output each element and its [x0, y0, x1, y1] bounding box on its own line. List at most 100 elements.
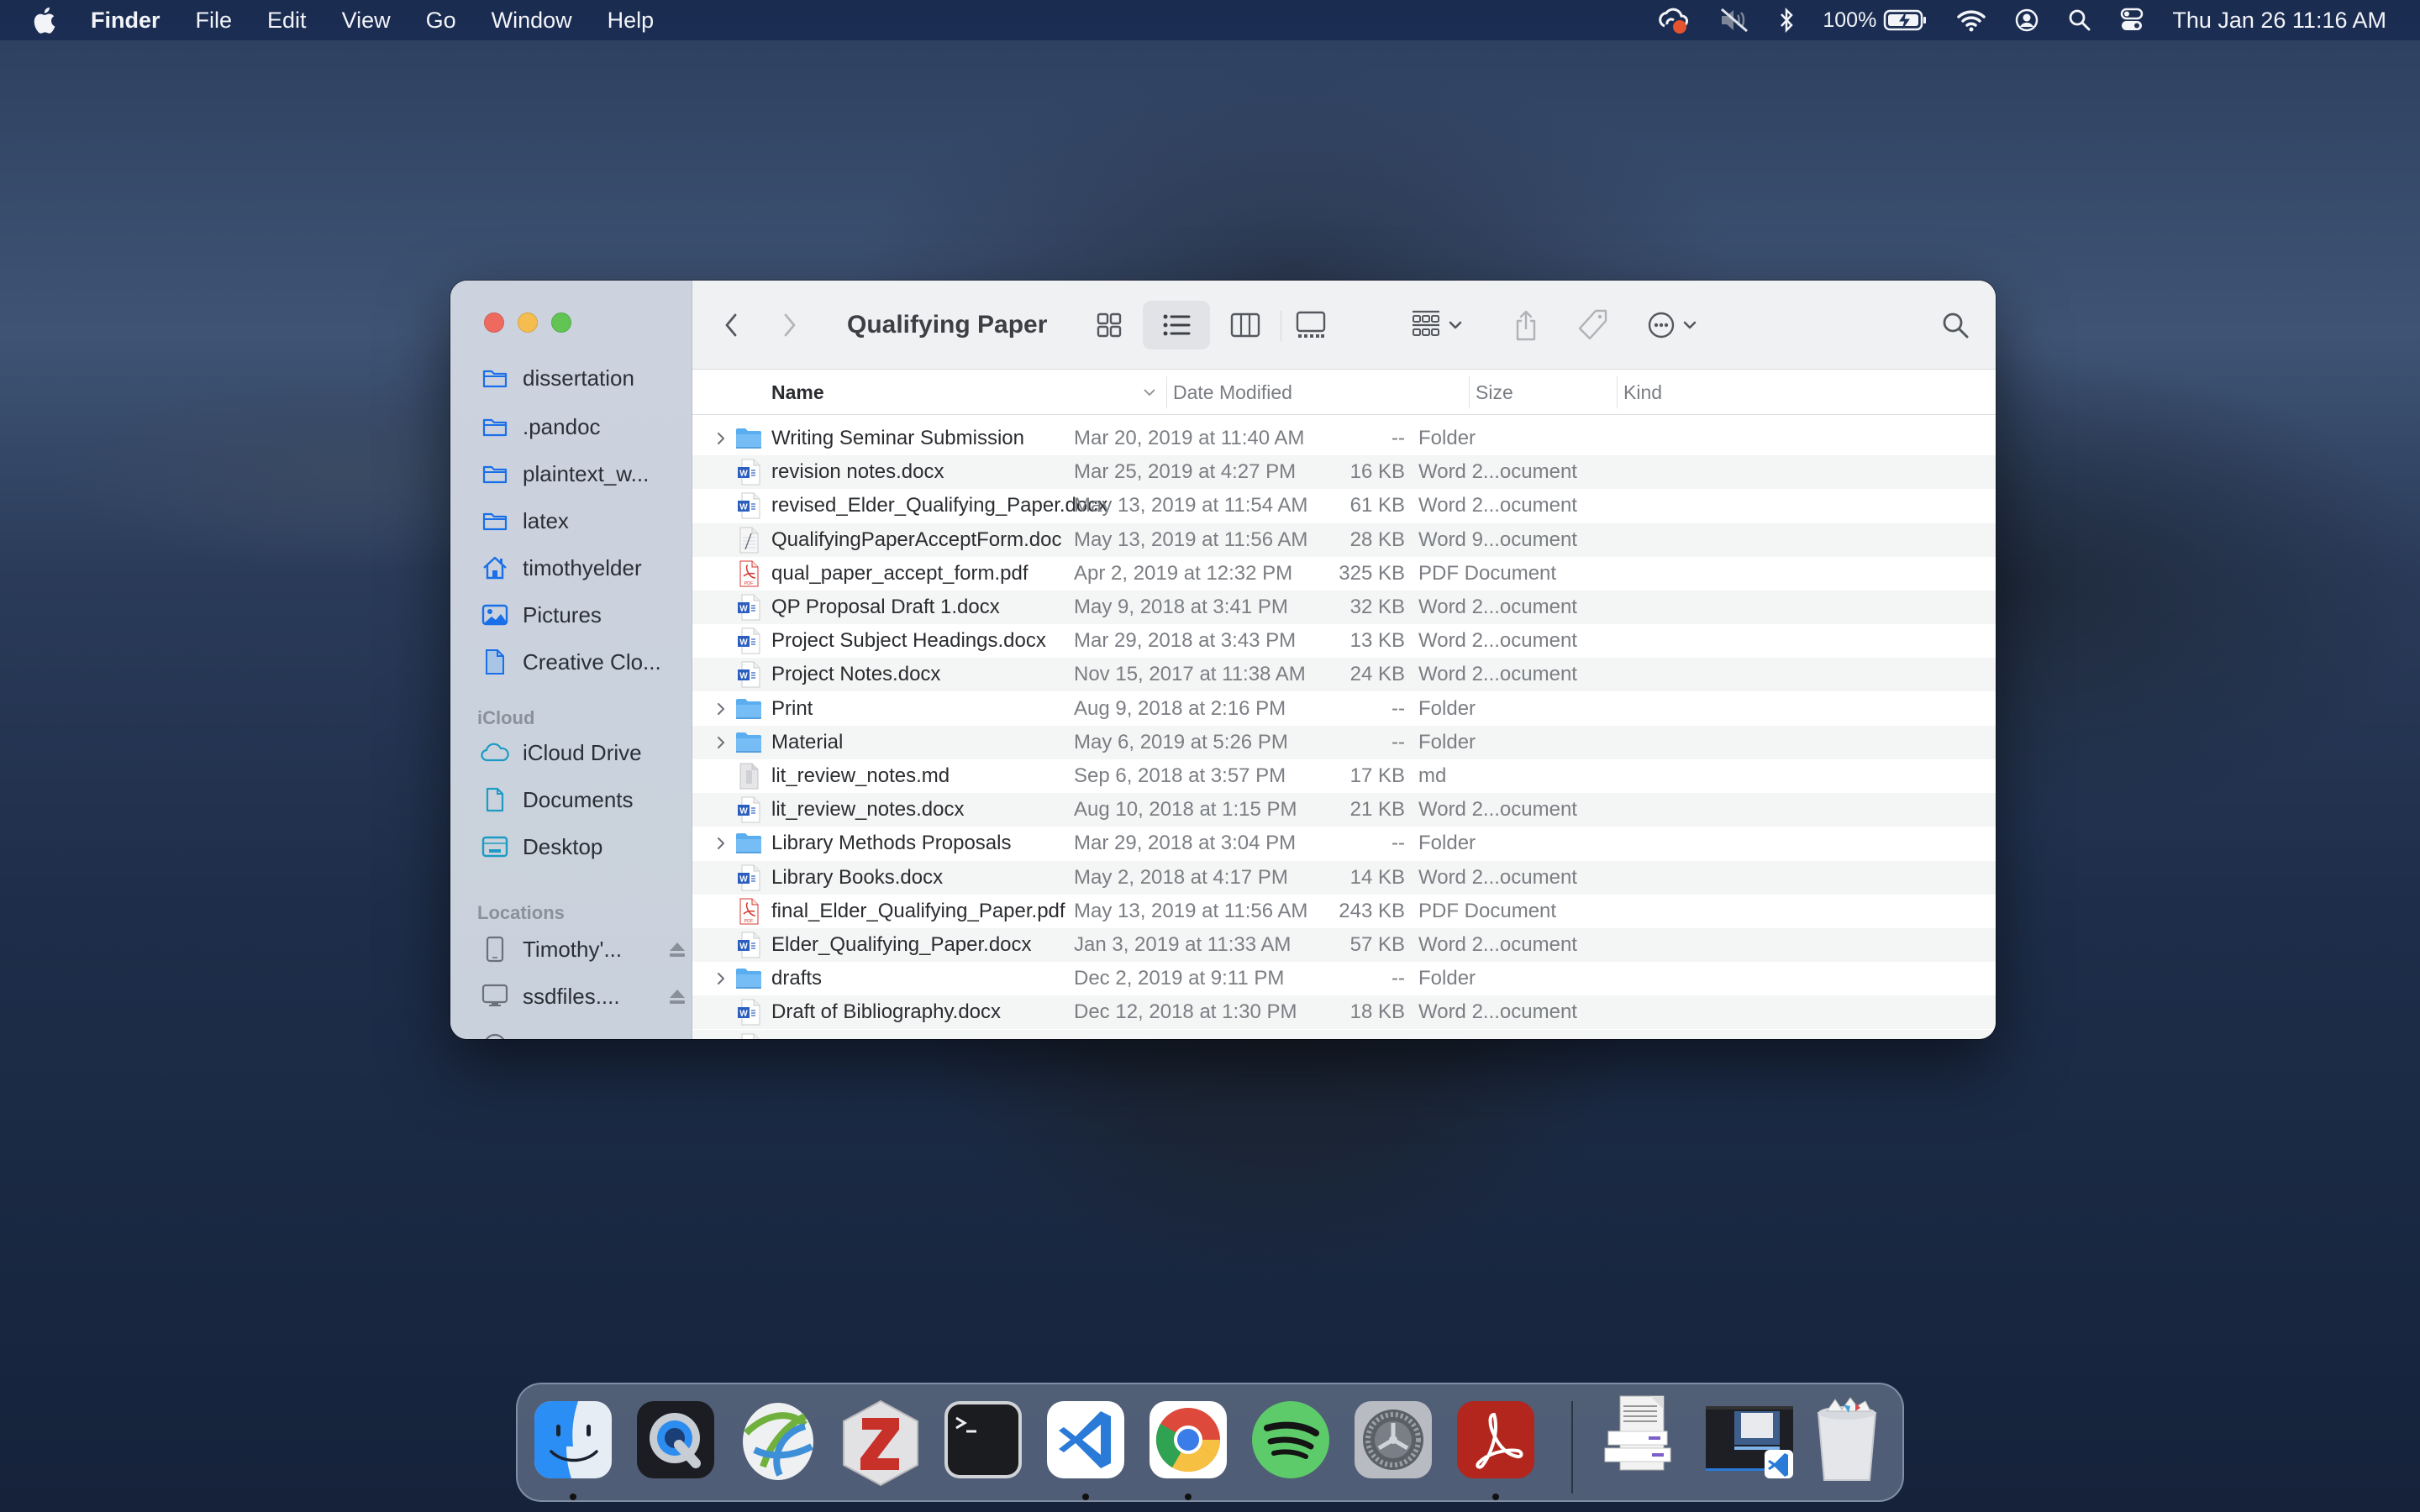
file-row[interactable]: W Elder_Qualifying_Paper.docx Jan 3, 2019 …	[692, 928, 1996, 962]
file-row[interactable]: Wrevised_Elder_Qualifying_Paper.docx May …	[692, 489, 1996, 522]
eject-icon[interactable]	[667, 939, 687, 959]
sidebar-item-desktop[interactable]: Desktop	[481, 830, 602, 864]
bluetooth-icon[interactable]	[1779, 8, 1794, 33]
volume-muted-icon[interactable]	[1718, 8, 1750, 33]
dock-app-terminal[interactable]	[943, 1399, 1023, 1480]
column-header-size[interactable]: Size	[1476, 370, 1513, 415]
menu-finder[interactable]: Finder	[91, 8, 160, 34]
disclosure-triangle-icon[interactable]	[713, 422, 729, 455]
user-account-icon[interactable]	[2014, 8, 2039, 33]
dock-app-system-preferences[interactable]	[1353, 1399, 1434, 1480]
sidebar-item-label: .pandoc	[523, 413, 601, 439]
apple-menu-icon[interactable]	[32, 6, 57, 34]
dock-app-chrome[interactable]	[1148, 1399, 1228, 1480]
file-row[interactable]: W QP Proposal Draft 1.docx May 9, 2018 at …	[692, 591, 1996, 624]
column-divider[interactable]	[1617, 376, 1618, 408]
forward-button[interactable]	[775, 304, 805, 346]
eject-icon[interactable]	[667, 986, 687, 1006]
sidebar-item-pictures[interactable]: Pictures	[481, 598, 602, 632]
group-by-button[interactable]	[1403, 304, 1470, 346]
menu-file[interactable]: File	[196, 8, 233, 34]
file-row[interactable]: PDF final_Elder_Qualifying_Paper.pdf May 1…	[692, 895, 1996, 928]
list-view-button[interactable]	[1143, 301, 1210, 349]
sidebar-item-ipad[interactable]: Timothy'...	[481, 932, 685, 966]
sidebar-item-icloud-drive[interactable]: iCloud Drive	[481, 736, 642, 769]
file-row[interactable]: Writing Seminar Submission Mar 20, 2019 a…	[692, 422, 1996, 455]
sidebar-item-ssdfiles[interactable]: ssdfiles....	[481, 979, 685, 1013]
sidebar-item-latex[interactable]: latex	[481, 504, 569, 538]
sidebar-item-dissertation[interactable]: dissertation	[481, 368, 634, 395]
sidebar-item-label: latex	[523, 507, 569, 533]
file-size: 17 KB	[1349, 764, 1405, 787]
dock-documents-stack[interactable]	[1602, 1389, 1694, 1482]
sidebar: dissertation .pandoc plaintext_w... late…	[450, 281, 692, 1039]
column-divider[interactable]	[1469, 376, 1470, 408]
file-row[interactable]: lit_review_notes.md Sep 6, 2018 at 3:57 P…	[692, 759, 1996, 793]
dock-app-spotify[interactable]	[1250, 1399, 1331, 1480]
dock-app-zotero[interactable]	[840, 1399, 921, 1487]
sidebar-item-network-partial[interactable]	[481, 1028, 523, 1039]
disclosure-triangle-icon[interactable]	[713, 692, 729, 726]
menu-view[interactable]: View	[342, 8, 391, 34]
file-row[interactable]: PDF qual_paper_accept_form.pdf Apr 2, 2019…	[692, 557, 1996, 591]
file-row[interactable]: W Project Notes.docx Nov 15, 2017 at 11:38…	[692, 658, 1996, 692]
wifi-icon[interactable]	[1957, 8, 1986, 32]
dock-app-quicktime[interactable]	[635, 1399, 716, 1480]
dock-app-anyconnect[interactable]	[738, 1399, 818, 1480]
file-size: --	[1392, 967, 1405, 990]
minimize-button[interactable]	[518, 312, 538, 333]
disclosure-triangle-icon[interactable]	[713, 726, 729, 759]
sidebar-item-plaintext[interactable]: plaintext_w...	[481, 457, 649, 491]
dock-trash[interactable]	[1807, 1393, 1887, 1485]
sidebar-item-documents[interactable]: Documents	[481, 783, 634, 816]
control-center-icon[interactable]	[2120, 8, 2144, 33]
tags-button[interactable]	[1570, 304, 1617, 346]
file-row[interactable]: W Draft of Bibliography.docx Dec 12, 2018 …	[692, 995, 1996, 1030]
menu-go[interactable]: Go	[426, 8, 456, 34]
zoom-button[interactable]	[551, 312, 571, 333]
dock-app-finder[interactable]	[533, 1399, 613, 1480]
menu-help[interactable]: Help	[608, 8, 655, 34]
sort-chevron-icon[interactable]	[1143, 370, 1156, 415]
file-row[interactable]: Print Aug 9, 2018 at 2:16 PM -- Folder	[692, 692, 1996, 726]
file-row-partial[interactable]: W	[692, 1029, 1996, 1039]
menu-window[interactable]: Window	[492, 8, 572, 34]
file-row[interactable]: QualifyingPaperAcceptForm.doc May 13, 201…	[692, 522, 1996, 557]
back-button[interactable]	[716, 304, 746, 346]
file-row[interactable]: W Project Subject Headings.docx Mar 29, 20…	[692, 624, 1996, 658]
column-header-date[interactable]: Date Modified	[1173, 370, 1292, 415]
column-header-name[interactable]: Name	[771, 370, 824, 415]
disclosure-triangle-icon[interactable]	[713, 827, 729, 860]
battery-indicator[interactable]: 100%	[1823, 8, 1928, 33]
file-row[interactable]: Wrevision notes.docx Mar 25, 2019 at 4:27…	[692, 455, 1996, 490]
sidebar-item-pandoc[interactable]: .pandoc	[481, 410, 601, 444]
action-menu-button[interactable]	[1637, 304, 1707, 346]
dock-minimized-vscode-window[interactable]	[1704, 1399, 1797, 1483]
icon-view-button[interactable]	[1086, 304, 1133, 346]
file-row[interactable]: W Library Books.docx May 2, 2018 at 4:17 P…	[692, 860, 1996, 895]
close-button[interactable]	[484, 312, 504, 333]
share-button[interactable]	[1502, 304, 1549, 346]
sidebar-list[interactable]: dissertation .pandoc plaintext_w... late…	[450, 368, 692, 1039]
file-row[interactable]: Material May 6, 2019 at 5:26 PM -- Folder	[692, 725, 1996, 759]
sidebar-item-label: plaintext_w...	[523, 460, 650, 486]
column-divider[interactable]	[1166, 376, 1167, 408]
column-header-kind[interactable]: Kind	[1623, 370, 1662, 415]
column-view-button[interactable]	[1222, 304, 1269, 346]
menu-clock[interactable]: Thu Jan 26 11:16 AM	[2172, 8, 2386, 34]
sidebar-item-creative-cloud[interactable]: Creative Clo...	[481, 645, 661, 679]
menu-edit[interactable]: Edit	[267, 8, 307, 34]
dock-app-vscode[interactable]	[1045, 1399, 1126, 1480]
file-row[interactable]: Wlit_review_notes.docx Aug 10, 2018 at 1:…	[692, 793, 1996, 827]
file-list[interactable]: Writing Seminar Submission Mar 20, 2019 a…	[692, 415, 1996, 1039]
sidebar-item-label: dissertation	[523, 368, 634, 391]
creative-cloud-icon[interactable]	[1656, 6, 1690, 34]
sidebar-item-home[interactable]: timothyelder	[481, 551, 642, 585]
disclosure-triangle-icon[interactable]	[713, 962, 729, 995]
dock-app-acrobat[interactable]	[1455, 1399, 1536, 1480]
file-row[interactable]: drafts Dec 2, 2019 at 9:11 PM -- Folder	[692, 962, 1996, 995]
spotlight-search-icon[interactable]	[2068, 8, 2091, 32]
file-row[interactable]: Library Methods Proposals Mar 29, 2018 at…	[692, 827, 1996, 860]
gallery-view-button[interactable]	[1287, 304, 1334, 346]
search-button[interactable]	[1934, 304, 1976, 346]
